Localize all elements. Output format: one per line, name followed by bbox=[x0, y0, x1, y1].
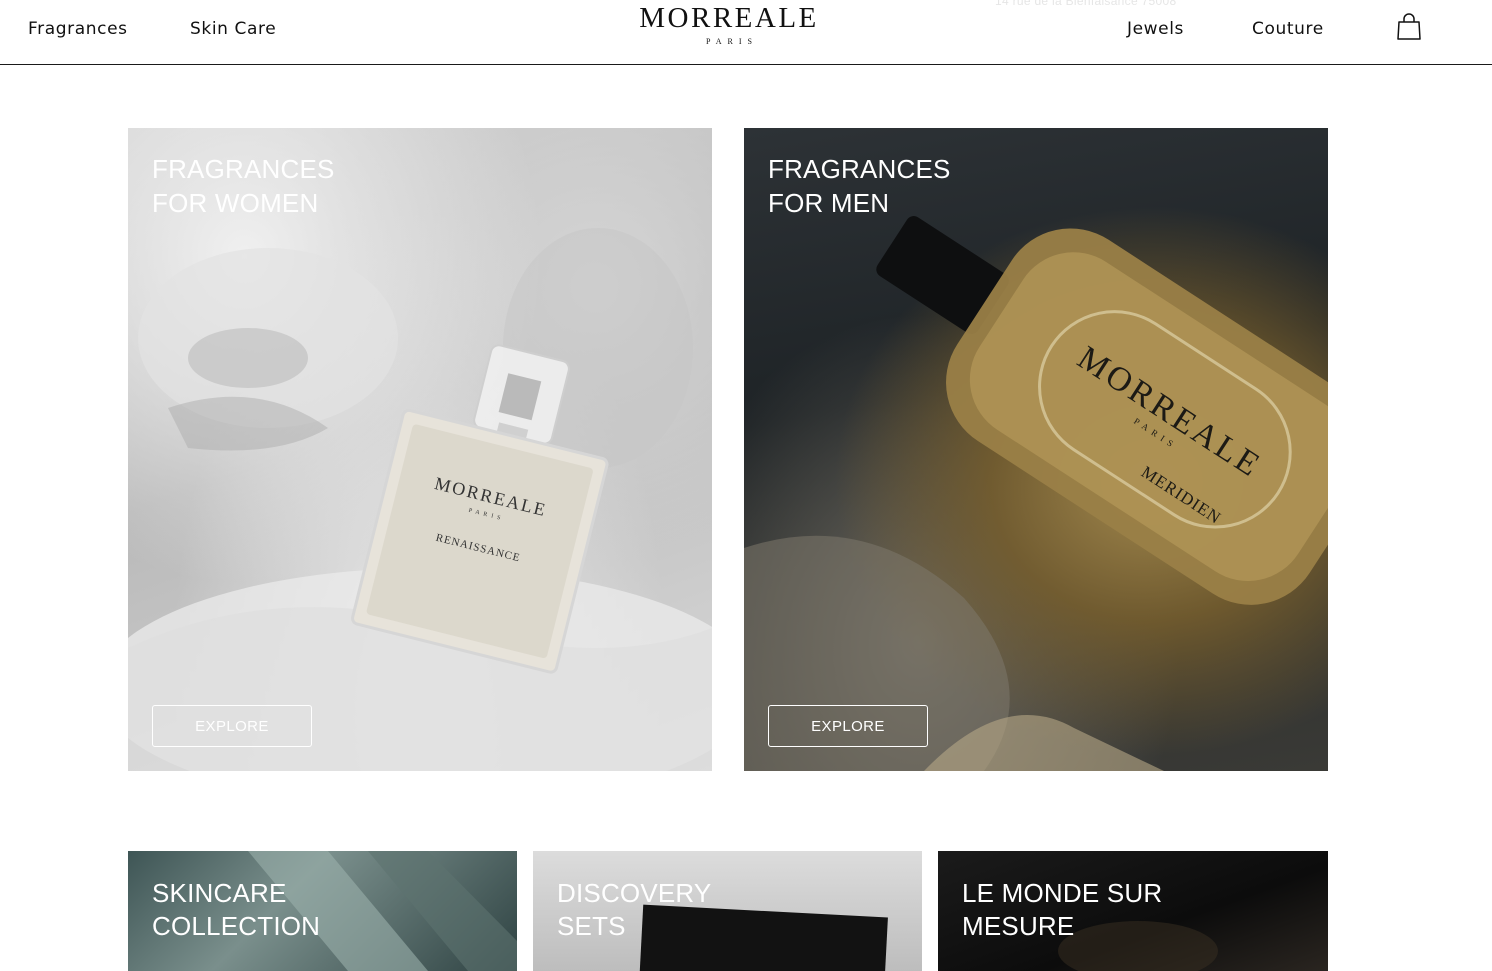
card-title-women: FRAGRANCES FOR WOMEN bbox=[152, 154, 335, 218]
explore-button-men[interactable]: EXPLORE bbox=[768, 705, 928, 747]
nav-jewels[interactable]: Jewels bbox=[1127, 19, 1184, 39]
site-header: Fragrances Skin Care MORREALE PARIS 14 r… bbox=[0, 0, 1492, 65]
card-discovery-sets[interactable]: DISCOVERY SETS bbox=[533, 851, 922, 971]
logo-wordmark: MORREALE bbox=[639, 2, 819, 34]
nav-fragrances[interactable]: Fragrances bbox=[28, 19, 128, 39]
card-fragrances-women[interactable]: MORREALE PARIS RENAISSANCE FRAGRANCES FO… bbox=[128, 128, 712, 771]
women-perfume-image: MORREALE PARIS RENAISSANCE bbox=[128, 228, 712, 771]
logo-subtitle: PARIS bbox=[706, 37, 758, 46]
card-le-monde-sur-mesure[interactable]: LE MONDE SUR MESURE bbox=[938, 851, 1328, 971]
faded-address-text: 14 rue de la Bienfaisance 75008 bbox=[995, 0, 1177, 8]
card-skincare-collection[interactable]: SKINCARE COLLECTION bbox=[128, 851, 517, 971]
explore-button-women[interactable]: EXPLORE bbox=[152, 705, 312, 747]
card-fragrances-men[interactable]: MORREALE PARIS MERIDIEN FRAGRANCES FOR M… bbox=[744, 128, 1328, 771]
card-title-monde: LE MONDE SUR MESURE bbox=[962, 878, 1163, 941]
card-title-discovery: DISCOVERY SETS bbox=[557, 878, 712, 941]
brand-logo[interactable]: MORREALE PARIS bbox=[638, 3, 820, 46]
nav-skin-care[interactable]: Skin Care bbox=[190, 19, 276, 39]
card-title-skincare: SKINCARE COLLECTION bbox=[152, 878, 321, 941]
card-title-men: FRAGRANCES FOR MEN bbox=[768, 154, 951, 218]
shopping-bag-icon[interactable] bbox=[1396, 13, 1422, 41]
men-perfume-image: MORREALE PARIS MERIDIEN bbox=[744, 216, 1328, 771]
nav-couture[interactable]: Couture bbox=[1252, 19, 1324, 39]
